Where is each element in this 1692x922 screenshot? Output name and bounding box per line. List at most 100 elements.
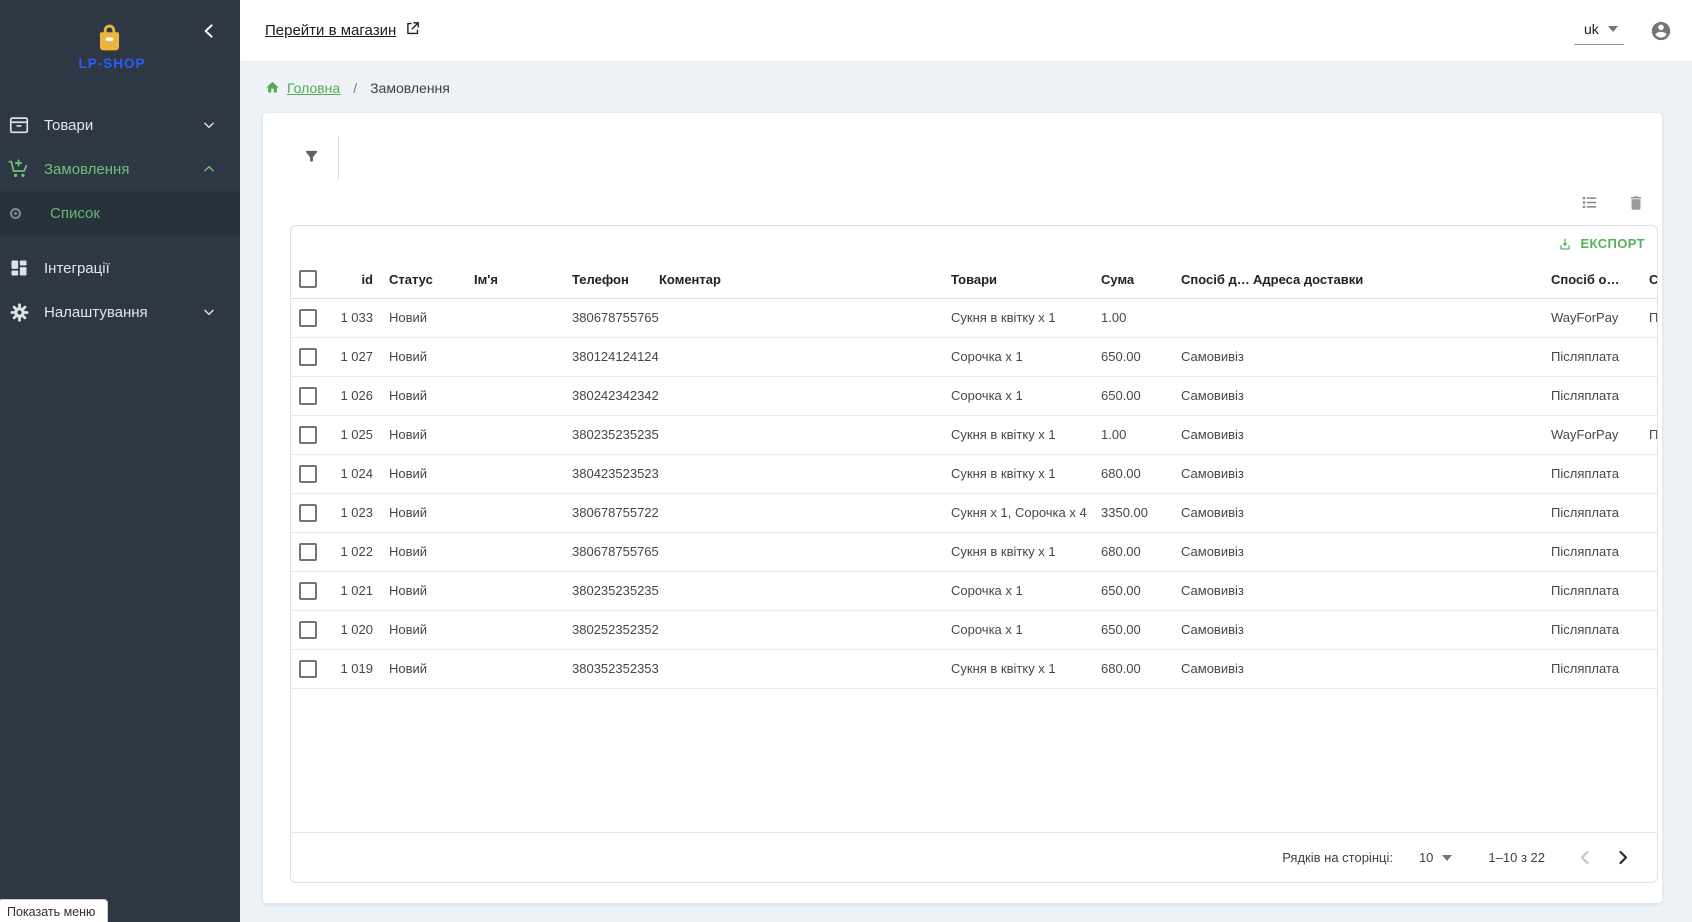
cell-products: Сукня в квітку x 1 [951,454,1101,493]
orders-table: idСтатусІм'яТелефонКоментарТовариСумаСпо… [291,261,1657,689]
breadcrumb-current: Замовлення [370,80,450,96]
cell-checkbox [291,571,331,610]
row-checkbox[interactable] [299,543,317,561]
row-checkbox[interactable] [299,582,317,600]
sidebar-item-label: Товари [44,117,93,134]
cell-status: Новий [389,454,474,493]
row-checkbox[interactable] [299,387,317,405]
cell-sum: 1.00 [1101,298,1181,337]
delete-trash-icon[interactable] [1627,194,1645,212]
column-header-id[interactable]: id [331,261,389,298]
chevron-down-icon [202,305,216,319]
cell-pay_status: Початковий [1649,298,1657,337]
cell-payment: Післяплата [1551,376,1649,415]
sidebar-item-settings[interactable]: Налаштування [0,290,240,334]
sidebar-item-label: Інтеграції [44,260,110,277]
column-header-address[interactable]: Адреса доставки [1253,261,1551,298]
column-header-payment[interactable]: Спосіб оплати [1551,261,1649,298]
cell-id: 1 027 [331,337,389,376]
breadcrumb-home-link[interactable]: Головна [287,80,340,96]
list-bullet-icon [10,208,21,219]
cell-comment [659,298,951,337]
column-header-comment[interactable]: Коментар [659,261,951,298]
chevron-up-icon [202,162,216,176]
column-header-label: Товари [951,272,997,287]
table-row[interactable]: 1 020Новий380252352352Сорочка x 1650.00С… [291,610,1657,649]
next-page-button[interactable] [1618,850,1629,865]
sidebar-subitem-list[interactable]: Список [0,191,240,236]
cell-comment [659,649,951,688]
sidebar-subitem-label: Список [50,205,100,222]
cell-payment: Післяплата [1551,532,1649,571]
go-to-store-link[interactable]: Перейти в магазин [265,20,421,41]
export-button[interactable]: ЕКСПОРТ [1557,236,1645,252]
table-row[interactable]: 1 033Новий380678755765Сукня в квітку x 1… [291,298,1657,337]
cart-plus-icon [8,158,30,180]
previous-page-button[interactable] [1579,850,1590,865]
cell-products: Сорочка x 1 [951,337,1101,376]
table-header-row: idСтатусІм'яТелефонКоментарТовариСумаСпо… [291,261,1657,298]
cell-address [1253,649,1551,688]
column-header-phone[interactable]: Телефон [572,261,659,298]
cell-payment: WayForPay [1551,298,1649,337]
cell-delivery: Самовивіз [1181,532,1253,571]
row-checkbox[interactable] [299,426,317,444]
sidebar-item-products[interactable]: Товари [0,103,240,147]
row-checkbox[interactable] [299,660,317,678]
cell-id: 1 025 [331,415,389,454]
table-row[interactable]: 1 022Новий380678755765Сукня в квітку x 1… [291,532,1657,571]
column-header-products[interactable]: Товари [951,261,1101,298]
cell-comment [659,454,951,493]
cell-status: Новий [389,532,474,571]
cell-delivery: Самовивіз [1181,415,1253,454]
cell-name [474,298,572,337]
sidebar-collapse-button[interactable] [200,22,218,40]
cell-address [1253,454,1551,493]
column-header-sum[interactable]: Сума [1101,261,1181,298]
table-row[interactable]: 1 026Новий380242342342Сорочка x 1650.00С… [291,376,1657,415]
row-checkbox[interactable] [299,621,317,639]
row-checkbox[interactable] [299,348,317,366]
columns-list-icon[interactable] [1580,193,1599,212]
table-row[interactable]: 1 023Новий380678755722Сукня x 1, Сорочка… [291,493,1657,532]
column-header-status[interactable]: Статус [389,261,474,298]
sidebar-item-orders[interactable]: Замовлення [0,147,240,191]
table-row[interactable]: 1 025Новий380235235235Сукня в квітку x 1… [291,415,1657,454]
table-row[interactable]: 1 027Новий380124124124Сорочка x 1650.00С… [291,337,1657,376]
cell-comment [659,610,951,649]
cell-products: Сукня в квітку x 1 [951,649,1101,688]
user-avatar-icon[interactable] [1650,20,1672,42]
filter-funnel-icon[interactable] [303,148,320,170]
rows-per-page-select[interactable]: 10 [1419,850,1452,865]
row-checkbox[interactable] [299,309,317,327]
column-header-name[interactable]: Ім'я [474,261,572,298]
cell-payment: Післяплата [1551,493,1649,532]
table-row[interactable]: 1 019Новий380352352353Сукня в квітку x 1… [291,649,1657,688]
cell-delivery: Самовивіз [1181,571,1253,610]
external-link-icon [404,20,421,41]
column-header-delivery[interactable]: Спосіб доставки [1181,261,1253,298]
cell-delivery: Самовивіз [1181,376,1253,415]
orders-table-wrap: idСтатусІм'яТелефонКоментарТовариСумаСпо… [291,261,1657,689]
sidebar-item-integrations[interactable]: Інтеграції [0,246,240,290]
language-select[interactable]: uk [1574,17,1624,45]
cell-sum: 650.00 [1101,337,1181,376]
cell-id: 1 020 [331,610,389,649]
select-all-checkbox[interactable] [299,270,317,288]
table-row[interactable]: 1 021Новий380235235235Сорочка x 1650.00С… [291,571,1657,610]
chevron-down-icon [202,118,216,132]
pagination-bar: Рядків на сторінці: 10 1–10 з 22 [291,832,1657,882]
column-header-pay_status[interactable]: Статус оплати [1649,261,1657,298]
cell-phone: 380352352353 [572,649,659,688]
cell-phone: 380678755765 [572,532,659,571]
row-checkbox[interactable] [299,465,317,483]
cell-id: 1 022 [331,532,389,571]
topbar-right: uk [1574,17,1692,45]
column-header-label: Телефон [572,272,629,287]
cell-payment: Післяплата [1551,337,1649,376]
brand-name: LP-SHOP [0,56,224,71]
row-checkbox[interactable] [299,504,317,522]
table-row[interactable]: 1 024Новий380423523523Сукня в квітку x 1… [291,454,1657,493]
cell-pay_status [1649,337,1657,376]
cell-payment: Післяплата [1551,649,1649,688]
